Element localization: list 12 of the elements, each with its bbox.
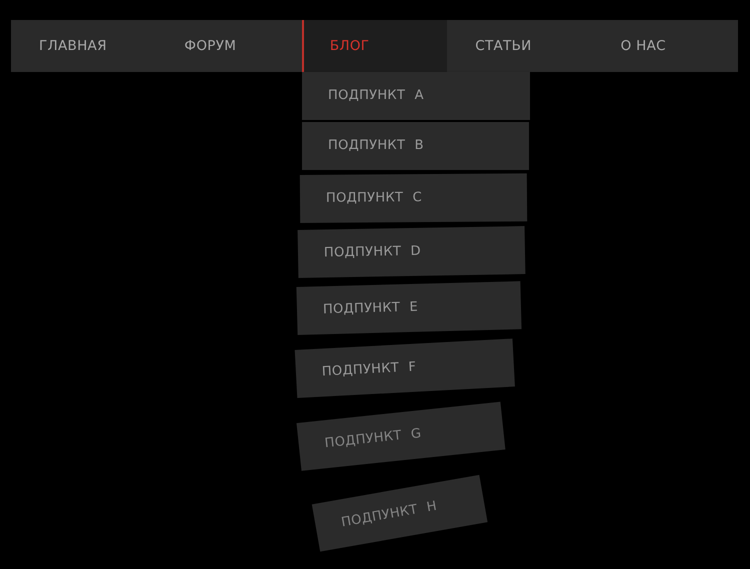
submenu-item[interactable]: ПОДПУНКТ F bbox=[294, 338, 515, 398]
menu-item[interactable]: ФОРУМ bbox=[156, 20, 302, 72]
submenu-item[interactable]: ПОДПУНКТ B bbox=[302, 122, 529, 170]
menu-item[interactable]: О НАС bbox=[592, 20, 738, 72]
menu-item[interactable]: СТАТЬИ bbox=[447, 20, 593, 72]
submenu-item[interactable]: ПОДПУНКТ G bbox=[296, 402, 506, 471]
menu-item[interactable]: ГЛАВНАЯ bbox=[11, 20, 156, 72]
submenu-item[interactable]: ПОДПУНКТ E bbox=[296, 281, 522, 335]
submenu-item[interactable]: ПОДПУНКТ A bbox=[302, 72, 530, 120]
submenu-item[interactable]: ПОДПУНКТ D bbox=[298, 226, 526, 278]
submenu-item[interactable]: ПОДПУНКТ C bbox=[300, 173, 528, 223]
menu-item[interactable]: БЛОГ bbox=[302, 20, 448, 72]
